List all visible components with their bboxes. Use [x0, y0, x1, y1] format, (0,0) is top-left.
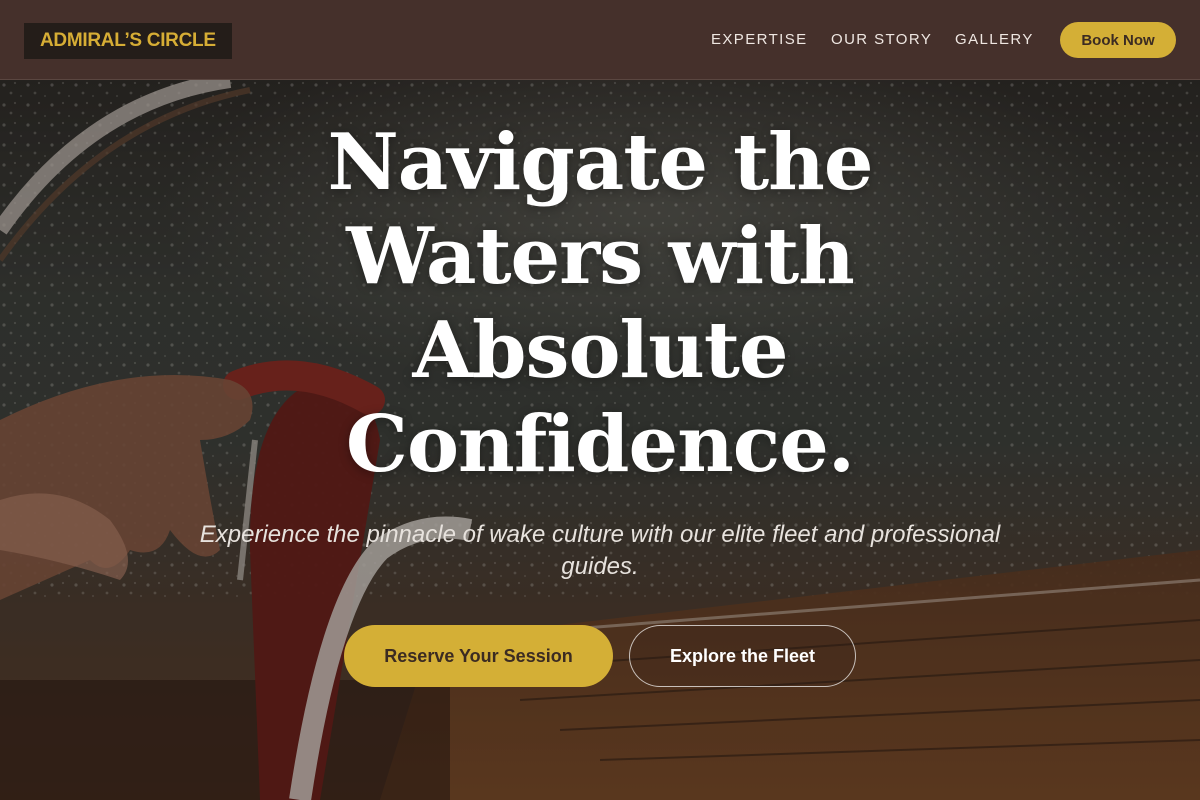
nav-link-gallery[interactable]: GALLERY — [955, 31, 1034, 48]
hero-subtitle: Experience the pinnacle of wake culture … — [199, 521, 1001, 580]
headline-line-1: Navigate the — [327, 117, 873, 208]
headline-line-4: Confidence. — [345, 399, 855, 490]
hero-headline: Navigate the Waters with Absolute Confid… — [200, 116, 1000, 492]
headline-line-2: Waters with — [346, 211, 855, 302]
reserve-session-button[interactable]: Reserve Your Session — [344, 625, 613, 687]
hero-section: Navigate the Waters with Absolute Confid… — [0, 80, 1200, 800]
site-header: ADMIRAL’S CIRCLE EXPERTISE OUR STORY GAL… — [0, 0, 1200, 80]
nav-link-our-story[interactable]: OUR STORY — [831, 31, 932, 48]
explore-fleet-button[interactable]: Explore the Fleet — [629, 625, 856, 687]
brand-logo[interactable]: ADMIRAL’S CIRCLE — [24, 23, 232, 59]
nav-link-expertise[interactable]: EXPERTISE — [711, 31, 808, 48]
headline-line-3: Absolute — [412, 305, 789, 396]
book-now-button[interactable]: Book Now — [1060, 22, 1176, 58]
